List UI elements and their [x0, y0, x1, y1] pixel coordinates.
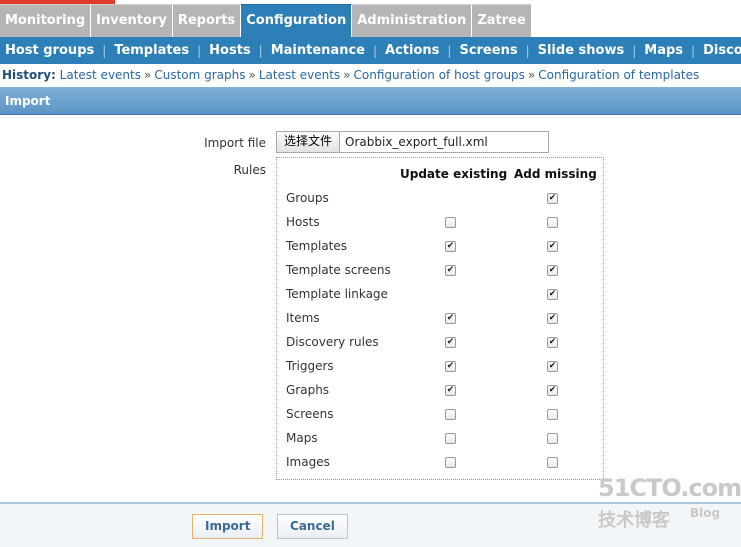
screens-update-checkbox[interactable]: [445, 409, 456, 420]
items-add-checkbox[interactable]: ✔: [547, 313, 558, 324]
template-linkage-add-checkbox[interactable]: ✔: [547, 289, 558, 300]
watermark-blog-text: Blog: [690, 506, 721, 520]
cancel-button[interactable]: Cancel: [277, 514, 348, 539]
sub-menu-separator: |: [632, 43, 637, 58]
rule-label: Hosts: [286, 215, 320, 229]
main-menu-item-zatree[interactable]: Zatree: [472, 4, 532, 37]
history-link[interactable]: Latest events: [259, 68, 340, 82]
screens-add-checkbox[interactable]: [547, 409, 558, 420]
main-menu-item-monitoring[interactable]: Monitoring: [0, 4, 92, 37]
sub-menu-item-templates[interactable]: Templates: [114, 43, 189, 58]
maps-update-checkbox[interactable]: [445, 433, 456, 444]
history-link[interactable]: Configuration of templates: [538, 68, 699, 82]
template-screens-update-checkbox[interactable]: ✔: [445, 265, 456, 276]
history-separator: »: [527, 68, 536, 82]
triggers-add-checkbox[interactable]: ✔: [547, 361, 558, 372]
graphs-add-checkbox[interactable]: ✔: [547, 385, 558, 396]
maps-add-checkbox[interactable]: [547, 433, 558, 444]
history-breadcrumb: History: Latest events» Custom graphs» Lat…: [0, 65, 741, 86]
history-separator: »: [143, 68, 152, 82]
rule-label: Discovery rules: [286, 335, 379, 349]
main-menu-item-inventory[interactable]: Inventory: [91, 4, 173, 37]
sub-menu-item-slide-shows[interactable]: Slide shows: [538, 43, 625, 58]
main-menu-item-administration[interactable]: Administration: [352, 4, 473, 37]
groups-add-checkbox[interactable]: ✔: [547, 193, 558, 204]
hosts-update-checkbox[interactable]: [445, 217, 456, 228]
history-label: History:: [2, 68, 56, 82]
triggers-update-checkbox[interactable]: ✔: [445, 361, 456, 372]
sub-menu-item-maps[interactable]: Maps: [644, 43, 683, 58]
rule-row-maps: Maps: [277, 428, 603, 452]
sub-menu-separator: |: [258, 43, 263, 58]
rule-row-hosts: Hosts: [277, 212, 603, 236]
rule-label: Screens: [286, 407, 334, 421]
sub-menu-separator: |: [102, 43, 107, 58]
rule-row-templates: Templates ✔ ✔: [277, 236, 603, 260]
history-link[interactable]: Configuration of host groups: [354, 68, 525, 82]
rule-label: Templates: [286, 239, 348, 253]
template-screens-add-checkbox[interactable]: ✔: [547, 265, 558, 276]
watermark-main-text: 51CTO.com: [598, 474, 741, 502]
templates-add-checkbox[interactable]: ✔: [547, 241, 558, 252]
items-update-checkbox[interactable]: ✔: [445, 313, 456, 324]
rule-row-template-screens: Template screens ✔ ✔: [277, 260, 603, 284]
watermark-logo: 51CTO.com 技术博客 Blog: [598, 474, 741, 534]
sub-menu-separator: |: [447, 43, 452, 58]
rule-label: Maps: [286, 431, 318, 445]
sub-menu-separator: |: [372, 43, 378, 58]
rule-row-triggers: Triggers ✔ ✔: [277, 356, 603, 380]
history-separator: »: [343, 68, 351, 82]
section-header-import: Import: [0, 87, 741, 115]
watermark-sub-text: 技术博客: [598, 510, 670, 531]
sub-menu-item-discovery[interactable]: Discovery: [703, 43, 741, 58]
discovery-rules-update-checkbox[interactable]: ✔: [445, 337, 456, 348]
sub-menu: Host groups | Templates | Hosts | Maintenance |…: [0, 37, 741, 64]
main-menu-item-configuration[interactable]: Configuration: [241, 4, 353, 37]
rule-label: Images: [286, 455, 330, 469]
rule-label: Graphs: [286, 383, 330, 397]
column-header-add-missing: Add missing: [514, 167, 597, 181]
rule-row-discovery-rules: Discovery rules ✔ ✔: [277, 332, 603, 356]
sub-menu-item-screens[interactable]: Screens: [459, 43, 517, 58]
history-link[interactable]: Latest events: [60, 68, 141, 82]
sub-menu-item-hosts[interactable]: Hosts: [209, 43, 251, 58]
rule-label: Groups: [286, 191, 329, 205]
rule-row-images: Images: [277, 452, 603, 476]
sub-menu-item-maintenance[interactable]: Maintenance: [271, 43, 365, 58]
images-update-checkbox[interactable]: [445, 457, 456, 468]
choose-file-button[interactable]: 选择文件: [277, 132, 341, 152]
sub-menu-separator: |: [197, 43, 202, 58]
import-file-label: Import file: [204, 136, 266, 150]
rules-table: Update existing Add missing Groups ✔ Hosts…: [276, 157, 604, 480]
rules-label: Rules: [233, 163, 266, 177]
discovery-rules-add-checkbox[interactable]: ✔: [547, 337, 558, 348]
main-menu-item-reports[interactable]: Reports: [172, 4, 242, 37]
templates-update-checkbox[interactable]: ✔: [445, 241, 456, 252]
sub-menu-item-actions[interactable]: Actions: [385, 43, 439, 58]
selected-file-name: Orabbix_export_full.xml: [345, 135, 488, 149]
history-separator: »: [248, 68, 256, 82]
history-link[interactable]: Custom graphs: [154, 68, 245, 82]
rule-row-screens: Screens: [277, 404, 603, 428]
sub-menu-separator: |: [691, 43, 696, 58]
rule-row-groups: Groups ✔: [277, 188, 603, 212]
rule-row-items: Items ✔ ✔: [277, 308, 603, 332]
hosts-add-checkbox[interactable]: [547, 217, 558, 228]
rule-label: Items: [286, 311, 320, 325]
images-add-checkbox[interactable]: [547, 457, 558, 468]
main-menu: Monitoring Inventory Reports Configuration A…: [0, 4, 532, 37]
graphs-update-checkbox[interactable]: ✔: [445, 385, 456, 396]
import-file-input[interactable]: 选择文件 Orabbix_export_full.xml: [276, 131, 549, 153]
rule-label: Template linkage: [286, 287, 388, 301]
rule-row-graphs: Graphs ✔ ✔: [277, 380, 603, 404]
column-header-update-existing: Update existing: [400, 167, 508, 181]
rule-row-template-linkage: Template linkage ✔: [277, 284, 603, 308]
rule-label: Template screens: [286, 263, 391, 277]
rule-label: Triggers: [286, 359, 334, 373]
sub-menu-item-host-groups[interactable]: Host groups: [5, 43, 94, 58]
sub-menu-separator: |: [525, 43, 530, 58]
import-button[interactable]: Import: [192, 514, 264, 539]
